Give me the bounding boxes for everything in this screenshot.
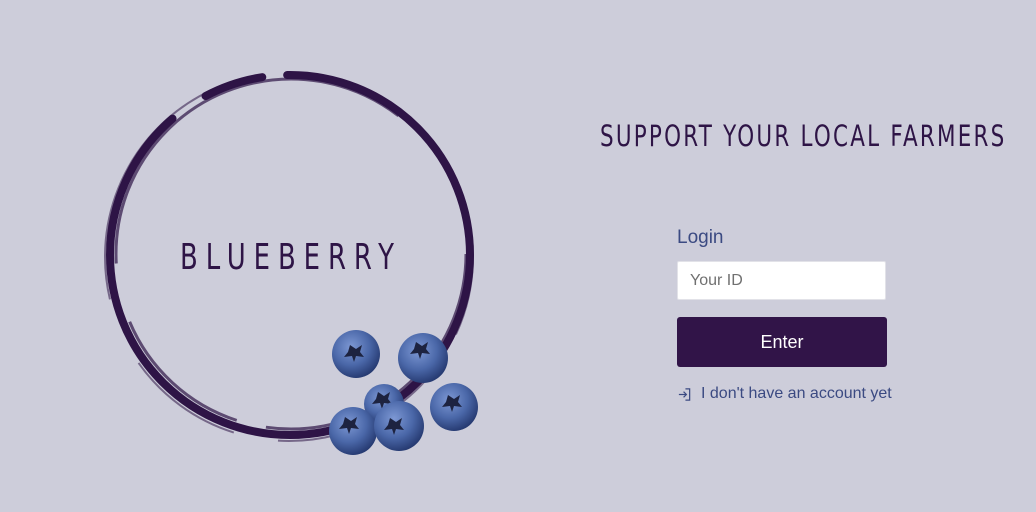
no-account-link-label: I don't have an account yet <box>701 385 892 402</box>
blueberry <box>398 333 448 383</box>
id-input[interactable] <box>677 261 886 300</box>
brand-name: BLUEBERRY <box>180 237 402 278</box>
blueberry <box>374 401 424 451</box>
tagline: SUPPORT YOUR LOCAL FARMERS <box>600 119 1007 153</box>
sign-in-icon <box>678 387 691 401</box>
no-account-link[interactable]: I don't have an account yet <box>677 383 892 405</box>
login-heading: Login <box>677 227 724 248</box>
enter-button[interactable]: Enter <box>677 317 887 367</box>
blueberry <box>430 383 478 431</box>
blueberry <box>332 330 380 378</box>
blueberry <box>329 407 377 455</box>
